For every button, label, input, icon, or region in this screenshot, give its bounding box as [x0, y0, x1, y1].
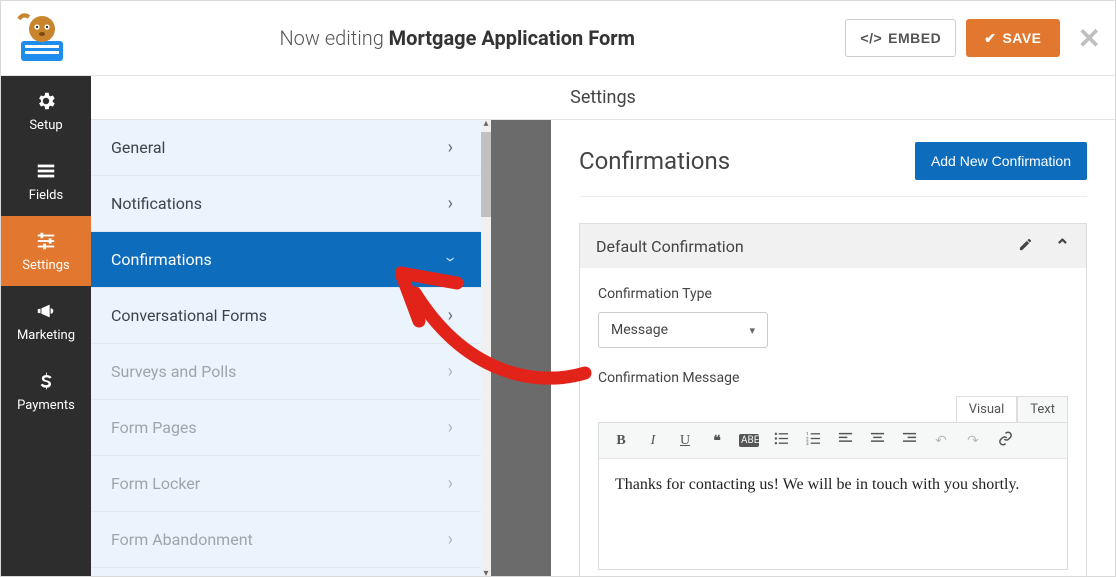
chevron-right-icon: ›	[448, 361, 453, 382]
settings-item-general[interactable]: General ›	[91, 120, 481, 176]
gear-icon	[34, 89, 58, 113]
message-label: Confirmation Message	[598, 370, 1068, 386]
iconbar-item-fields[interactable]: Fields	[1, 146, 91, 216]
iconbar-item-label: Fields	[29, 188, 63, 203]
card-body: Confirmation Type Message ▾ Confirmation…	[580, 268, 1086, 576]
main-head: Confirmations Add New Confirmation	[579, 142, 1087, 197]
chevron-right-icon: ›	[448, 137, 453, 158]
align-right-icon[interactable]	[899, 431, 919, 450]
quote-icon[interactable]: ❝	[707, 433, 727, 449]
settings-item-conversational-forms[interactable]: Conversational Forms ›	[91, 288, 481, 344]
underline-icon[interactable]: U	[675, 433, 695, 449]
settings-item-label: Surveys and Polls	[111, 362, 236, 381]
settings-list: General › Notifications › Confirmations …	[91, 120, 491, 576]
chevron-down-icon: ›	[440, 257, 461, 262]
settings-item-label: Notifications	[111, 194, 202, 213]
embed-button[interactable]: </> EMBED	[845, 19, 956, 57]
settings-item-label: Conversational Forms	[111, 306, 267, 325]
chevron-right-icon: ›	[448, 529, 453, 550]
body: Setup Fields Settings Marketing Payments	[1, 76, 1115, 576]
page-title: Now editing Mortgage Application Form	[69, 26, 845, 50]
sliders-icon	[34, 229, 58, 253]
link-icon[interactable]	[995, 431, 1015, 450]
align-center-icon[interactable]	[867, 431, 887, 450]
chevron-right-icon: ›	[448, 193, 453, 214]
tab-visual[interactable]: Visual	[956, 396, 1018, 422]
list-icon	[34, 159, 58, 183]
type-label: Confirmation Type	[598, 286, 1068, 302]
italic-icon[interactable]: I	[643, 433, 663, 449]
settings-item-label: Form Pages	[111, 418, 197, 437]
save-button[interactable]: ✔ SAVE	[966, 19, 1059, 57]
pencil-icon[interactable]	[1018, 237, 1033, 256]
iconbar-item-setup[interactable]: Setup	[1, 76, 91, 146]
scroll-up-icon[interactable]: ▴	[481, 120, 491, 128]
iconbar-item-label: Payments	[17, 398, 75, 413]
ul-icon[interactable]	[771, 431, 791, 450]
check-icon: ✔	[984, 30, 996, 47]
dollar-icon	[34, 369, 58, 393]
redo-icon[interactable]: ↷	[963, 433, 983, 449]
split: General › Notifications › Confirmations …	[91, 120, 1115, 576]
settings-item-form-abandonment[interactable]: Form Abandonment ›	[91, 512, 481, 568]
chevron-down-icon: ▾	[749, 324, 755, 337]
tab-text[interactable]: Text	[1017, 396, 1068, 422]
title-form-name: Mortgage Application Form	[389, 26, 635, 50]
gutter	[491, 120, 551, 576]
settings-item-label: Confirmations	[111, 250, 212, 269]
iconbar-item-label: Settings	[22, 258, 69, 273]
settings-item-form-locker[interactable]: Form Locker ›	[91, 456, 481, 512]
settings-item-label: General	[111, 138, 165, 157]
title-prefix: Now editing	[279, 26, 388, 50]
align-left-icon[interactable]	[835, 431, 855, 450]
right-panel: Settings General › Notifications › Confi…	[91, 76, 1115, 576]
editor: B I U ❝ ABE 123	[598, 422, 1068, 570]
app-logo	[15, 11, 69, 65]
close-icon[interactable]: ✕	[1078, 22, 1101, 55]
iconbar-item-marketing[interactable]: Marketing	[1, 286, 91, 356]
settings-item-notifications[interactable]: Notifications ›	[91, 176, 481, 232]
chevron-right-icon: ›	[448, 417, 453, 438]
svg-text:3: 3	[806, 441, 809, 446]
settings-header: Settings	[91, 76, 1115, 120]
code-icon: </>	[860, 30, 882, 46]
editor-textarea[interactable]: Thanks for contacting us! We will be in …	[599, 459, 1067, 569]
topbar: Now editing Mortgage Application Form </…	[1, 1, 1115, 76]
iconbar-item-settings[interactable]: Settings	[1, 216, 91, 286]
card-head: Default Confirmation ⌃	[580, 224, 1086, 268]
confirmation-type-select[interactable]: Message ▾	[598, 312, 768, 348]
main-panel: Confirmations Add New Confirmation Defau…	[551, 120, 1115, 576]
scroll-down-icon[interactable]: ▾	[481, 568, 491, 576]
scrollbar[interactable]: ▴ ▾	[481, 120, 491, 576]
bullhorn-icon	[34, 299, 58, 323]
main-heading: Confirmations	[579, 147, 730, 175]
iconbar-item-payments[interactable]: Payments	[1, 356, 91, 426]
chevron-up-icon[interactable]: ⌃	[1055, 236, 1070, 257]
ol-icon[interactable]: 123	[803, 431, 823, 450]
undo-icon[interactable]: ↶	[931, 433, 951, 449]
strike-icon[interactable]: ABE	[739, 434, 759, 447]
iconbar-item-label: Setup	[29, 118, 62, 133]
chevron-right-icon: ›	[448, 305, 453, 326]
editor-toolbar: B I U ❝ ABE 123	[599, 423, 1067, 459]
settings-item-label: Form Locker	[111, 474, 200, 493]
confirmation-card: Default Confirmation ⌃ Confirmation Type…	[579, 223, 1087, 576]
settings-item-label: Form Abandonment	[111, 530, 253, 549]
save-button-label: SAVE	[1002, 30, 1041, 46]
chevron-right-icon: ›	[448, 473, 453, 494]
editor-tabs: Visual Text	[598, 396, 1068, 422]
iconbar-item-label: Marketing	[17, 328, 75, 343]
add-confirmation-button[interactable]: Add New Confirmation	[915, 142, 1087, 180]
settings-item-form-pages[interactable]: Form Pages ›	[91, 400, 481, 456]
iconbar: Setup Fields Settings Marketing Payments	[1, 76, 91, 576]
card-title: Default Confirmation	[596, 237, 744, 256]
settings-item-surveys-polls[interactable]: Surveys and Polls ›	[91, 344, 481, 400]
embed-button-label: EMBED	[888, 30, 941, 46]
settings-item-confirmations[interactable]: Confirmations ›	[91, 232, 481, 288]
select-value: Message	[611, 322, 668, 338]
scrollbar-thumb[interactable]	[481, 132, 491, 217]
bold-icon[interactable]: B	[611, 433, 631, 449]
